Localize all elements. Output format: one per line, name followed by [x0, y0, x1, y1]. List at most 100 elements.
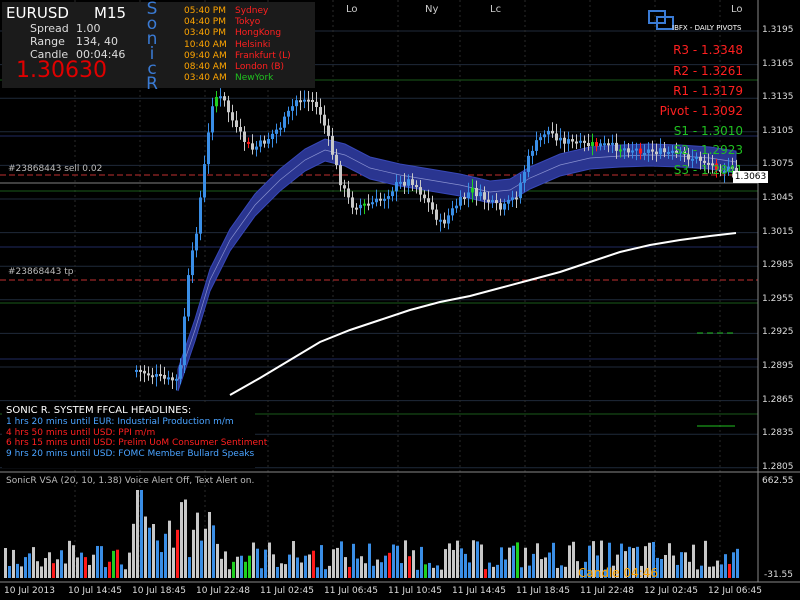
candle-body [443, 219, 446, 224]
volume-bar [492, 566, 495, 578]
candle-body [147, 373, 150, 376]
price-axis-label: 1.2835 [762, 428, 794, 439]
candle-body [135, 369, 138, 372]
volume-bar [408, 556, 411, 578]
candle-body [331, 135, 334, 155]
candle-body [335, 154, 338, 166]
volume-bar [388, 552, 391, 578]
spread-value: 1.00 [76, 22, 101, 35]
candle-body [243, 131, 246, 142]
volume-bar [92, 554, 95, 578]
time-axis-label: 11 Jul 02:45 [260, 586, 314, 596]
session-city: Helsinki [235, 39, 271, 50]
candle-body [191, 250, 194, 276]
volume-bar [192, 529, 195, 578]
candle-body [495, 200, 498, 204]
candle-body [171, 377, 174, 381]
price-axis-label: 1.3165 [762, 58, 794, 69]
volume-bar [464, 553, 467, 578]
volume-bar [684, 552, 687, 578]
candle-body [395, 182, 398, 192]
volume-bar [348, 566, 351, 578]
volume-bar [40, 566, 43, 578]
price-axis-label: 1.3135 [762, 92, 794, 103]
session-marker-newyork-open: Ny [425, 4, 439, 15]
candle-body [291, 106, 294, 111]
candle-body [427, 198, 430, 203]
volume-bar [440, 569, 443, 578]
session-marker-london-open: Lo [346, 4, 358, 15]
volume-bar [692, 544, 695, 578]
session-cities: Sydney Tokyo HongKong Helsinki Frankfurt (L)… [235, 6, 291, 84]
volume-bar [720, 564, 723, 578]
volume-bar [104, 567, 107, 578]
candle-body [139, 369, 142, 372]
news-line: 9 hrs 20 mins until USD: FOMC Member Bul… [6, 448, 255, 459]
range-label: Range [30, 35, 65, 48]
volume-bar [208, 511, 211, 578]
candle-body [227, 100, 230, 113]
candle-body [535, 140, 538, 151]
candle-body [471, 188, 474, 193]
session-city: Frankfurt (L) [235, 50, 291, 61]
candle-body [159, 374, 162, 377]
candle-body [175, 378, 178, 381]
volume-bar [268, 542, 271, 578]
candle-body [459, 197, 462, 206]
volume-bar [560, 565, 563, 578]
pivot-r2-label: R2 - 1.3261 [673, 64, 743, 78]
session-time: 09:40 AM [184, 50, 227, 61]
time-axis-label: 11 Jul 06:45 [324, 586, 378, 596]
volume-bar [548, 552, 551, 578]
volume-bar [424, 564, 427, 578]
order-tp-label[interactable]: #23868443 tp [8, 267, 73, 277]
volume-bar [448, 543, 451, 578]
news-line: 4 hrs 50 mins until USD: PPI m/m [6, 427, 156, 438]
volume-bar [260, 568, 263, 578]
volume-bar [556, 567, 559, 578]
candle-body [543, 134, 546, 138]
order-sell-label[interactable]: #23868443 sell 0.02 [8, 164, 102, 174]
session-city: HongKong [235, 28, 282, 39]
volume-bar [128, 552, 131, 578]
session-time: 04:40 PM [184, 17, 226, 28]
time-axis-label: 10 Jul 14:45 [68, 586, 122, 596]
volume-bar [300, 562, 303, 578]
volume-bar [188, 557, 191, 578]
price-axis-label: 1.3015 [762, 226, 794, 237]
candle-body [591, 142, 594, 147]
candle-body [547, 130, 550, 135]
current-price: 1.30630 [16, 58, 107, 83]
volume-bar [156, 540, 159, 578]
candle-body [531, 150, 534, 156]
candle-body [211, 106, 214, 133]
pivot-r1-label: R1 - 1.3179 [673, 84, 743, 98]
price-axis-label: 1.3105 [762, 125, 794, 136]
volume-bar [704, 540, 707, 578]
volume-bar [244, 561, 247, 578]
candle-body [235, 120, 238, 128]
symbol-label: EURUSD [6, 4, 69, 22]
volume-bar [336, 547, 339, 578]
candle-body [551, 130, 554, 134]
candle-body [411, 179, 414, 186]
volume-bar [172, 547, 175, 578]
volume-bar [500, 547, 503, 578]
volume-bar [352, 543, 355, 578]
candle-body [303, 99, 306, 102]
volume-bar [96, 545, 99, 578]
volume-bar [148, 527, 151, 578]
pivot-r3-label: R3 - 1.3348 [673, 43, 743, 57]
spread-label: Spread [30, 22, 69, 35]
candle-body [435, 209, 438, 220]
volume-bar [136, 490, 139, 578]
candle-body [351, 197, 354, 208]
volume-bar [64, 563, 67, 578]
candle-body [691, 158, 694, 161]
volume-bar [712, 566, 715, 578]
candle-body [647, 149, 650, 153]
candle-body [203, 164, 206, 198]
candle-body [359, 204, 362, 209]
candle-body [251, 143, 254, 150]
volume-bar [132, 523, 135, 578]
